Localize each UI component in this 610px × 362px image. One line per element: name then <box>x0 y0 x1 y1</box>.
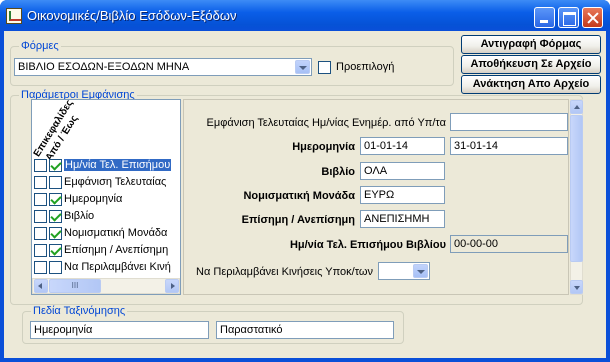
currency-field[interactable]: ΕΥΡΩ <box>360 186 445 204</box>
date-to-field[interactable]: 31-01-14 <box>450 137 568 155</box>
row-checkbox-col1[interactable] <box>34 159 47 172</box>
last-official-field: 00-00-00 <box>450 235 568 253</box>
minimize-button[interactable] <box>534 7 555 28</box>
close-button[interactable] <box>582 7 603 28</box>
display-params-group: Παράμετροι Εμφάνισης Επικεφαλίδες Από / … <box>10 89 583 305</box>
list-item-label: Ημερομηνία <box>64 193 123 205</box>
preselect-checkbox[interactable] <box>318 61 331 74</box>
forms-legend: Φόρμες <box>19 40 61 52</box>
scroll-up-icon[interactable] <box>570 100 583 114</box>
book-field[interactable]: ΟΛΑ <box>360 162 445 180</box>
list-item-label: Βιβλίο <box>64 210 95 222</box>
last-update-field[interactable] <box>450 113 568 131</box>
scroll-thumb[interactable] <box>570 115 583 262</box>
sort-fields-legend: Πεδία Ταξινόμησης <box>31 305 128 317</box>
detail-panel: Εμφάνιση Τελευταίας Ημ/νίας Ενημέρ. από … <box>183 99 573 295</box>
date-from-field[interactable]: 01-01-14 <box>360 137 445 155</box>
row-checkbox-col2[interactable] <box>49 244 62 257</box>
params-list-hscrollbar[interactable]: III <box>32 278 180 294</box>
list-item-label: Επίσημη / Ανεπίσημη <box>64 244 169 256</box>
list-item[interactable]: Επίσημη / Ανεπίσημη <box>32 243 180 259</box>
list-item[interactable]: Να Περιλαμβάνει Κινή <box>32 260 180 276</box>
scroll-right-icon[interactable] <box>165 279 179 293</box>
book-label: Βιβλίο <box>321 166 355 178</box>
scroll-thumb[interactable]: III <box>49 279 101 293</box>
preselect-label: Προεπιλογή <box>336 61 395 73</box>
row-checkbox-col2[interactable] <box>49 210 62 223</box>
params-list[interactable]: Επικεφαλίδες Από / Έως Ημ/νία Τελ. Επισή… <box>31 99 181 295</box>
row-checkbox-col1[interactable] <box>34 261 47 274</box>
copy-form-button[interactable]: Αντιγραφή Φόρμας <box>461 35 601 54</box>
list-item[interactable]: Βιβλίο <box>32 209 180 225</box>
row-checkbox-col1[interactable] <box>34 210 47 223</box>
sort-field-2[interactable]: Παραστατικό <box>216 321 394 339</box>
row-checkbox-col1[interactable] <box>34 176 47 189</box>
row-checkbox-col2[interactable] <box>49 193 62 206</box>
chevron-down-icon[interactable] <box>295 60 310 74</box>
list-item[interactable]: Νομισματική Μονάδα <box>32 226 180 242</box>
app-icon <box>6 8 22 24</box>
include-moves-label: Να Περιλαμβάνει Κινήσεις Υποκ/των <box>196 266 373 278</box>
list-item-label: Να Περιλαμβάνει Κινή <box>64 261 171 273</box>
row-checkbox-col2[interactable] <box>49 261 62 274</box>
list-item[interactable]: Εμφάνιση Τελευταίας <box>32 175 180 191</box>
sort-field-1[interactable]: Ημερομηνία <box>30 321 209 339</box>
last-update-label: Εμφάνιση Τελευταίας Ημ/νίας Ενημέρ. από … <box>206 117 446 129</box>
form-select-value: ΒΙΒΛΙΟ ΕΣΟΔΩΝ-ΕΞΟΔΩΝ ΜΗΝΑ <box>18 61 190 73</box>
list-item-label: Ημ/νία Τελ. Επισήμου <box>64 159 172 171</box>
grip-icon: III <box>71 281 79 290</box>
load-from-file-button[interactable]: Ανάκτηση Απο Αρχείο <box>461 75 601 94</box>
row-checkbox-col1[interactable] <box>34 244 47 257</box>
date-label: Ημερομηνία <box>292 141 355 153</box>
last-official-label: Ημ/νία Τελ. Επισήμου Βιβλίου <box>289 239 446 251</box>
save-to-file-button[interactable]: Αποθήκευση Σε Αρχείο <box>461 55 601 74</box>
list-item[interactable]: Ημερομηνία <box>32 192 180 208</box>
main-window: Οικονομικές/Βιβλίο Εσόδων-Εξόδων Φόρμες … <box>0 0 610 362</box>
list-item-label: Νομισματική Μονάδα <box>64 227 168 239</box>
list-item-label: Εμφάνιση Τελευταίας <box>64 176 167 188</box>
row-checkbox-col2[interactable] <box>49 176 62 189</box>
detail-vscrollbar[interactable] <box>570 99 583 295</box>
form-select[interactable]: ΒΙΒΛΙΟ ΕΣΟΔΩΝ-ΕΞΟΔΩΝ ΜΗΝΑ <box>14 58 312 76</box>
scroll-left-icon[interactable] <box>34 279 48 293</box>
scroll-down-icon[interactable] <box>570 280 583 294</box>
currency-label: Νομισματική Μονάδα <box>243 190 355 202</box>
forms-group: Φόρμες ΒΙΒΛΙΟ ΕΣΟΔΩΝ-ΕΞΟΔΩΝ ΜΗΝΑ Προεπιλ… <box>10 40 454 86</box>
include-moves-select[interactable] <box>378 262 430 280</box>
window-title: Οικονομικές/Βιβλίο Εσόδων-Εξόδων <box>27 8 237 23</box>
title-bar[interactable]: Οικονομικές/Βιβλίο Εσόδων-Εξόδων <box>0 0 610 31</box>
maximize-button[interactable] <box>558 7 579 28</box>
row-checkbox-col1[interactable] <box>34 227 47 240</box>
row-checkbox-col2[interactable] <box>49 227 62 240</box>
row-checkbox-col2[interactable] <box>49 159 62 172</box>
chevron-down-icon[interactable] <box>413 264 428 278</box>
list-item[interactable]: Ημ/νία Τελ. Επισήμου <box>32 158 180 174</box>
window-content: Φόρμες ΒΙΒΛΙΟ ΕΣΟΔΩΝ-ΕΞΟΔΩΝ ΜΗΝΑ Προεπιλ… <box>4 31 606 358</box>
official-label: Επίσημη / Ανεπίσημη <box>241 214 355 226</box>
sort-fields-group: Πεδία Ταξινόμησης Ημερομηνία Παραστατικό <box>22 305 404 344</box>
row-checkbox-col1[interactable] <box>34 193 47 206</box>
official-field[interactable]: ΑΝΕΠΙΣΗΜΗ <box>360 210 445 228</box>
